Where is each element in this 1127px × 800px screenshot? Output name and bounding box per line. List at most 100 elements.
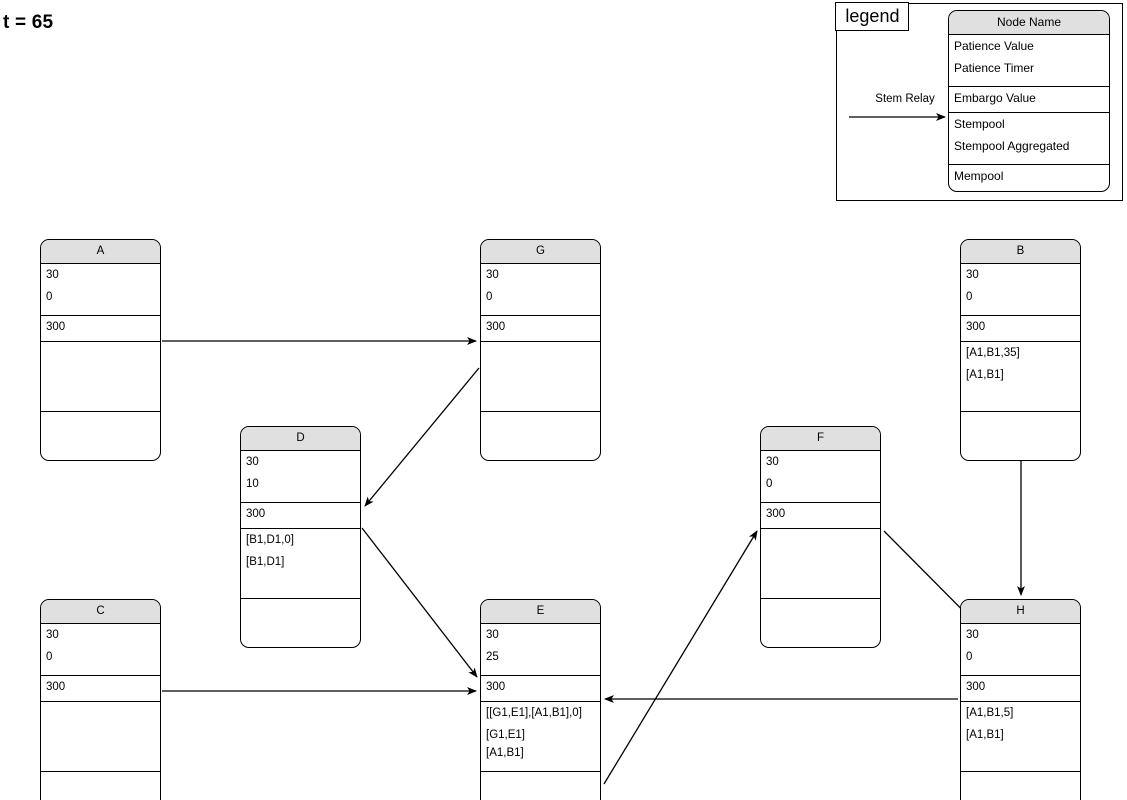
node-patience-value: 30 bbox=[46, 629, 59, 641]
legend-panel: legend Stem Relay Node Name Patience Val… bbox=[835, 2, 1123, 201]
node-stempool: [[G1,E1],[A1,B1],0] bbox=[486, 707, 582, 719]
node-section-mempool bbox=[481, 412, 600, 460]
node-section-mempool bbox=[761, 599, 880, 647]
node-section-embargo: 300 bbox=[41, 676, 160, 702]
node-section-stempool: [A1,B1,5] [A1,B1] bbox=[961, 702, 1080, 772]
node-stempool-aggregated: [B1,D1] bbox=[246, 556, 285, 568]
node-a[interactable]: A 30 0 300 bbox=[40, 239, 161, 461]
node-stempool-aggregated: [A1,B1] bbox=[966, 729, 1004, 741]
node-section-embargo: 300 bbox=[241, 503, 360, 529]
legend-title: legend bbox=[835, 2, 910, 32]
node-b[interactable]: B 30 0 300 [A1,B1,35] [A1,B1] bbox=[960, 239, 1081, 461]
node-section-patience: 30 0 bbox=[961, 624, 1080, 676]
node-section-mempool bbox=[481, 772, 600, 800]
node-mempool bbox=[961, 772, 1080, 786]
node-header: F bbox=[761, 427, 880, 451]
node-patience-value: 30 bbox=[966, 629, 979, 641]
node-stempool: [B1,D1,0] bbox=[246, 534, 294, 546]
simulation-time-label: t = 65 bbox=[3, 12, 54, 33]
legend-stem-relay-label: Stem Relay bbox=[875, 93, 935, 105]
legend-node-template: Node Name Patience Value Patience Timer … bbox=[948, 10, 1110, 192]
node-embargo-value: 300 bbox=[246, 508, 266, 520]
node-embargo-value: 300 bbox=[46, 321, 66, 333]
node-section-patience: 30 0 bbox=[481, 264, 600, 316]
node-patience-timer: 0 bbox=[966, 291, 973, 303]
node-section-embargo: 300 bbox=[961, 676, 1080, 702]
legend-section-stempool: Stempool Stempool Aggregated bbox=[949, 113, 1109, 165]
node-c[interactable]: C 30 0 300 bbox=[40, 599, 161, 800]
node-embargo-value: 300 bbox=[486, 681, 506, 693]
legend-row-mempool: Mempool bbox=[954, 169, 1004, 183]
node-section-embargo: 300 bbox=[961, 316, 1080, 342]
node-section-embargo: 300 bbox=[481, 316, 600, 342]
node-section-stempool bbox=[481, 342, 600, 412]
node-embargo-value: 300 bbox=[486, 321, 506, 333]
node-patience-value: 30 bbox=[486, 629, 499, 641]
node-stempool bbox=[41, 702, 160, 716]
node-stempool bbox=[481, 342, 600, 356]
node-h[interactable]: H 30 0 300 [A1,B1,5] [A1,B1] bbox=[960, 599, 1081, 800]
node-e[interactable]: E 30 25 300 [[G1,E1],[A1,B1],0] [G1,E1] [A1,B1… bbox=[480, 599, 601, 800]
node-f[interactable]: F 30 0 300 bbox=[760, 426, 881, 648]
node-patience-timer: 0 bbox=[46, 651, 53, 663]
node-patience-timer: 25 bbox=[486, 651, 499, 663]
node-section-patience: 30 0 bbox=[961, 264, 1080, 316]
node-g[interactable]: G 30 0 300 bbox=[480, 239, 601, 461]
node-section-stempool: [A1,B1,35] [A1,B1] bbox=[961, 342, 1080, 412]
node-header: D bbox=[241, 427, 360, 451]
legend-row-patience-timer: Patience Timer bbox=[954, 61, 1035, 75]
node-section-stempool bbox=[41, 702, 160, 772]
legend-row-stempool-aggregated: Stempool Aggregated bbox=[954, 139, 1070, 153]
node-embargo-value: 300 bbox=[966, 321, 986, 333]
node-section-embargo: 300 bbox=[41, 316, 160, 342]
node-patience-value: 30 bbox=[966, 269, 979, 281]
node-section-stempool bbox=[41, 342, 160, 412]
legend-section-mempool: Mempool bbox=[949, 165, 1109, 191]
node-stempool: [A1,B1,5] bbox=[966, 707, 1014, 719]
node-stempool-aggregated bbox=[41, 716, 160, 730]
node-mempool bbox=[481, 772, 600, 786]
legend-row-patience-value: Patience Value bbox=[954, 39, 1034, 53]
node-section-stempool: [B1,D1,0] [B1,D1] bbox=[241, 529, 360, 599]
node-section-mempool bbox=[41, 772, 160, 800]
node-section-mempool bbox=[961, 772, 1080, 800]
legend-section-patience: Patience Value Patience Timer bbox=[949, 35, 1109, 87]
node-section-patience: 30 25 bbox=[481, 624, 600, 676]
node-d[interactable]: D 30 10 300 [B1,D1,0] [B1,D1] bbox=[240, 426, 361, 648]
node-section-embargo: 300 bbox=[761, 503, 880, 529]
node-header: C bbox=[41, 600, 160, 624]
node-section-patience: 30 0 bbox=[41, 264, 160, 316]
edge-d-to-e bbox=[361, 527, 478, 678]
node-stempool-aggregated bbox=[41, 356, 160, 370]
node-header: G bbox=[481, 240, 600, 264]
node-embargo-value: 300 bbox=[766, 508, 786, 520]
node-stempool-aggregated bbox=[481, 356, 600, 370]
node-patience-value: 30 bbox=[486, 269, 499, 281]
node-header: E bbox=[481, 600, 600, 624]
legend-node-header: Node Name bbox=[949, 11, 1109, 35]
node-section-mempool bbox=[241, 599, 360, 647]
node-patience-value: 30 bbox=[766, 456, 779, 468]
node-embargo-value: 300 bbox=[46, 681, 66, 693]
node-mempool bbox=[481, 412, 600, 426]
node-mempool bbox=[761, 599, 880, 613]
arrow-right-icon bbox=[849, 113, 946, 121]
node-mempool bbox=[961, 412, 1080, 426]
node-section-mempool bbox=[41, 412, 160, 460]
node-header: A bbox=[41, 240, 160, 264]
node-stempool-aggregated bbox=[761, 543, 880, 557]
node-stempool bbox=[41, 342, 160, 356]
legend-row-embargo-value: Embargo Value bbox=[954, 91, 1036, 105]
node-section-stempool: [[G1,E1],[A1,B1],0] [G1,E1] [A1,B1] bbox=[481, 702, 600, 772]
node-embargo-value: 300 bbox=[966, 681, 986, 693]
node-patience-value: 30 bbox=[46, 269, 59, 281]
node-stempool-aggregated-2: [A1,B1] bbox=[486, 747, 524, 759]
node-mempool bbox=[241, 599, 360, 613]
node-patience-timer: 0 bbox=[486, 291, 493, 303]
node-header: B bbox=[961, 240, 1080, 264]
node-section-patience: 30 0 bbox=[41, 624, 160, 676]
node-stempool: [A1,B1,35] bbox=[966, 347, 1020, 359]
node-patience-timer: 10 bbox=[246, 478, 259, 490]
node-stempool-aggregated: [A1,B1] bbox=[966, 369, 1004, 381]
node-section-patience: 30 0 bbox=[761, 451, 880, 503]
